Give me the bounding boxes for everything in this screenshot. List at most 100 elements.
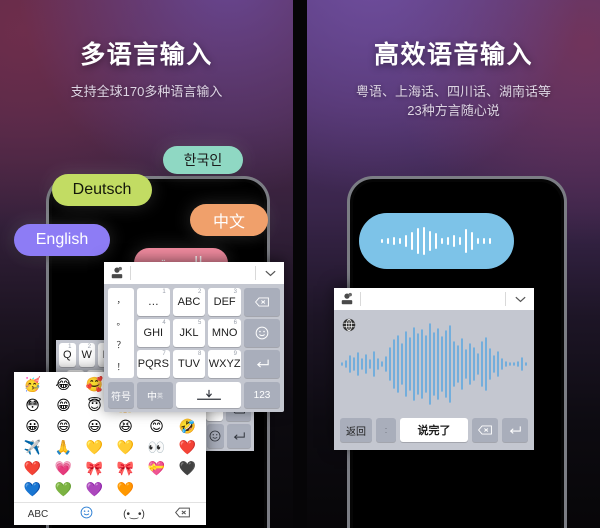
key-label: DEF: [213, 296, 236, 308]
emoji-icon[interactable]: [244, 319, 280, 347]
key-label: Q: [62, 349, 72, 361]
emoji-item[interactable]: 🙏: [48, 437, 79, 458]
ime-logo-icon[interactable]: [340, 292, 354, 306]
key-label: TUV: [177, 358, 200, 370]
t9-key-7[interactable]: 7 PQRS: [137, 350, 170, 378]
voice-waveform-area: [334, 310, 534, 418]
t9-key-2[interactable]: 2 ABC: [172, 288, 206, 316]
candidate-bar[interactable]: [104, 262, 284, 284]
emoji-item[interactable]: 😀: [17, 416, 48, 437]
voice-message-bubble[interactable]: [359, 213, 514, 269]
emoji-item[interactable]: 🤣: [172, 416, 203, 437]
left-subtitle: 支持全球170多种语言输入: [70, 83, 223, 99]
enter-icon[interactable]: [244, 350, 280, 378]
punct-period[interactable]: 。: [116, 315, 125, 328]
language-bubble-english[interactable]: English: [14, 224, 110, 256]
kaomoji-button[interactable]: (•‿•): [110, 509, 158, 520]
emoji-item[interactable]: 🎀: [110, 458, 141, 479]
smiley-icon[interactable]: [62, 506, 110, 522]
language-bubble-german[interactable]: Deutsch: [52, 174, 152, 206]
emoji-item[interactable]: 🧡: [110, 479, 141, 500]
emoji-item[interactable]: 🥳: [17, 374, 48, 395]
chevron-down-icon[interactable]: [262, 266, 278, 280]
punct-question[interactable]: ？: [116, 338, 125, 351]
emoji-abc-button[interactable]: ABC: [14, 509, 62, 520]
back-button[interactable]: 返回: [340, 418, 372, 442]
key-number: 7: [162, 351, 166, 357]
emoji-item[interactable]: 😄: [48, 416, 79, 437]
t9-key-5[interactable]: 5 JKL: [172, 319, 206, 347]
emoji-item[interactable]: 💝: [141, 458, 172, 479]
candidate-bar[interactable]: [334, 288, 534, 310]
t9-keypad[interactable]: ， 。 ？ ！ 1 … 2 ABC 3 DEF 4 GHI 5 JKL 6 MN…: [104, 262, 284, 412]
key-number: 1: [162, 289, 166, 295]
key-q[interactable]: 1 Q: [59, 343, 76, 367]
emoji-item[interactable]: 💚: [48, 479, 79, 500]
right-subtitle-line2: 23种方言随心说: [407, 103, 500, 118]
key-w[interactable]: 2 W: [78, 343, 95, 367]
t9-key-6[interactable]: 6 MNO: [208, 319, 241, 347]
t9-key-9[interactable]: 9 WXYZ: [208, 350, 241, 378]
punctuation-column[interactable]: ， 。 ？ ！: [108, 288, 134, 378]
ime-logo-icon[interactable]: [110, 266, 124, 280]
key-number: 6: [233, 320, 237, 326]
emoji-item[interactable]: 🎀: [79, 458, 110, 479]
emoji-item[interactable]: 💛: [79, 437, 110, 458]
emoji-item[interactable]: 💙: [17, 479, 48, 500]
chevron-down-icon[interactable]: [512, 292, 528, 306]
voice-input-panel[interactable]: 返回 : 说完了: [334, 288, 534, 450]
done-speaking-button[interactable]: 说完了: [400, 418, 468, 442]
space-key[interactable]: [176, 382, 241, 408]
key-label: WXYZ: [208, 358, 241, 370]
symbol-key[interactable]: 符号: [108, 382, 134, 408]
emoji-item[interactable]: 😆: [110, 416, 141, 437]
delete-icon[interactable]: [244, 288, 280, 316]
emoji-item[interactable]: 😂: [48, 374, 79, 395]
number-key[interactable]: 123: [244, 382, 280, 408]
audio-waveform: [341, 323, 527, 405]
emoji-item[interactable]: 💗: [48, 458, 79, 479]
emoji-item[interactable]: 🖤: [172, 458, 203, 479]
emoji-item[interactable]: 😊: [141, 416, 172, 437]
language-toggle-key[interactable]: 中英: [137, 382, 173, 408]
punct-exclaim[interactable]: ！: [116, 360, 125, 373]
key-number: 2: [87, 344, 91, 350]
enter-icon[interactable]: [226, 424, 251, 448]
colon-key[interactable]: :: [376, 418, 396, 442]
t9-key-3[interactable]: 3 DEF: [208, 288, 241, 316]
globe-icon[interactable]: [342, 318, 356, 337]
emoji-item[interactable]: 💜: [79, 479, 110, 500]
right-heading: 高效语音输入 粤语、上海话、四川话、湖南话等 23种方言随心说: [307, 41, 600, 121]
emoji-item[interactable]: 😁: [48, 395, 79, 416]
emoji-item[interactable]: 👀: [141, 437, 172, 458]
key-number: 2: [197, 289, 202, 295]
emoji-item[interactable]: 😳: [17, 395, 48, 416]
t9-key-8[interactable]: 8 TUV: [172, 350, 206, 378]
candidate-field[interactable]: [130, 266, 256, 280]
t9-key-1[interactable]: 1 …: [137, 288, 170, 316]
panel-multilingual: 多语言输入 支持全球170多种语言输入 1 Q 2 W 3 E: [0, 0, 293, 528]
emoji-item[interactable]: ❤️: [172, 437, 203, 458]
enter-icon[interactable]: [502, 418, 528, 442]
language-bubble-chinese[interactable]: 中文: [190, 204, 268, 236]
emoji-item[interactable]: ❤️: [17, 458, 48, 479]
candidate-field[interactable]: [360, 292, 506, 306]
delete-icon[interactable]: [158, 507, 206, 521]
t9-bottom-row: 符号 中英 123: [104, 382, 284, 412]
key-number: 5: [197, 320, 202, 326]
emoji-item[interactable]: 😃: [79, 416, 110, 437]
promo-banner: 多语言输入 支持全球170多种语言输入 1 Q 2 W 3 E: [0, 0, 600, 528]
language-bubble-korean[interactable]: 한국인: [163, 146, 243, 174]
t9-side-column: [244, 288, 280, 378]
emoji-icon[interactable]: [207, 424, 224, 448]
t9-key-4[interactable]: 4 GHI: [137, 319, 170, 347]
emoji-item[interactable]: 💛: [110, 437, 141, 458]
delete-icon[interactable]: [472, 418, 498, 442]
right-subtitle: 粤语、上海话、四川话、湖南话等 23种方言随心说: [307, 82, 600, 121]
key-number: 9: [233, 351, 237, 357]
right-subtitle-line1: 粤语、上海话、四川话、湖南话等: [355, 83, 551, 99]
punct-comma[interactable]: ，: [116, 293, 125, 306]
key-label: GHI: [143, 327, 164, 339]
emoji-item[interactable]: ✈️: [17, 437, 48, 458]
key-number: 4: [162, 320, 166, 326]
